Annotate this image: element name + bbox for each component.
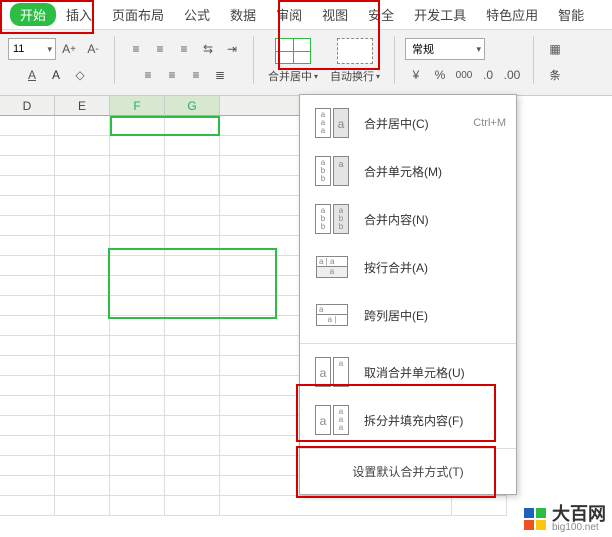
tab-review[interactable]: 审阅 bbox=[266, 1, 312, 28]
tab-dev[interactable]: 开发工具 bbox=[404, 1, 476, 28]
ribbon-toolbar: 11 A+ A- A A ◇ ≡ ≡ ≡ ⇆ ⇥ ≡ ≡ ≡ ≣ 合并居中 自 bbox=[0, 30, 612, 96]
menu-center-across[interactable]: a a | 跨列居中(E) bbox=[300, 291, 516, 339]
align-right-icon[interactable]: ≡ bbox=[185, 64, 207, 86]
menu-merge-center[interactable]: aaa a 合并居中(C) Ctrl+M bbox=[300, 99, 516, 147]
menu-default-merge[interactable]: 设置默认合并方式(T) bbox=[300, 453, 516, 490]
tab-data[interactable]: 数据 bbox=[220, 1, 266, 28]
font-color-icon[interactable]: A bbox=[45, 64, 67, 86]
cond-format-icon[interactable]: ▦ bbox=[544, 38, 566, 60]
merge-content-menu-icon: abb abb bbox=[310, 203, 354, 235]
tab-special[interactable]: 特色应用 bbox=[476, 1, 548, 28]
tab-security[interactable]: 安全 bbox=[358, 1, 404, 28]
orientation-icon[interactable]: ⇆ bbox=[197, 38, 219, 60]
font-size-select[interactable]: 11 bbox=[8, 38, 56, 60]
merge-cells-menu-icon: abb a bbox=[310, 155, 354, 187]
justify-icon[interactable]: ≣ bbox=[209, 64, 231, 86]
tab-start[interactable]: 开始 bbox=[10, 3, 56, 26]
align-middle-icon[interactable]: ≡ bbox=[149, 38, 171, 60]
font-bg-icon[interactable]: A bbox=[21, 64, 43, 86]
font-shrink-icon[interactable]: A- bbox=[82, 38, 104, 60]
watermark-logo-icon bbox=[524, 508, 546, 530]
col-header-f[interactable]: F bbox=[110, 96, 165, 116]
number-format-select[interactable]: 常规 bbox=[405, 38, 485, 60]
merge-dropdown-menu: aaa a 合并居中(C) Ctrl+M abb a 合并单元格(M) abb … bbox=[299, 94, 517, 495]
menu-unmerge[interactable]: a a 取消合并单元格(U) bbox=[300, 348, 516, 396]
watermark-brand: 大百网 bbox=[552, 505, 606, 523]
merge-center-label: 合并居中 bbox=[268, 68, 318, 84]
currency-icon[interactable]: ¥ bbox=[405, 64, 427, 86]
merge-center-icon bbox=[275, 38, 311, 64]
ribbon-tabs: 开始 插入 页面布局 公式 数据 审阅 视图 安全 开发工具 特色应用 智能 bbox=[0, 0, 612, 30]
align-center-icon[interactable]: ≡ bbox=[161, 64, 183, 86]
auto-wrap-icon bbox=[337, 38, 373, 64]
menu-merge-row[interactable]: a | a a 按行合并(A) bbox=[300, 243, 516, 291]
col-header-g[interactable]: G bbox=[165, 96, 220, 116]
center-across-menu-icon: a a | bbox=[310, 299, 354, 331]
indent-icon[interactable]: ⇥ bbox=[221, 38, 243, 60]
align-bottom-icon[interactable]: ≡ bbox=[173, 38, 195, 60]
menu-merge-cells[interactable]: abb a 合并单元格(M) bbox=[300, 147, 516, 195]
auto-wrap-label: 自动换行 bbox=[330, 68, 380, 84]
tab-page-layout[interactable]: 页面布局 bbox=[102, 1, 174, 28]
menu-merge-content[interactable]: abb abb 合并内容(N) bbox=[300, 195, 516, 243]
align-top-icon[interactable]: ≡ bbox=[125, 38, 147, 60]
tab-insert[interactable]: 插入 bbox=[56, 1, 102, 28]
tab-formula[interactable]: 公式 bbox=[174, 1, 220, 28]
decimal-dec-icon[interactable]: .00 bbox=[501, 64, 523, 86]
thousand-icon[interactable]: 000 bbox=[453, 64, 475, 86]
menu-split-fill[interactable]: a aaa 拆分并填充内容(F) bbox=[300, 396, 516, 444]
merge-center-menu-icon: aaa a bbox=[310, 107, 354, 139]
split-fill-menu-icon: a aaa bbox=[310, 404, 354, 436]
merge-center-button[interactable]: 合并居中 bbox=[264, 36, 322, 86]
unmerge-menu-icon: a a bbox=[310, 356, 354, 388]
percent-icon[interactable]: % bbox=[429, 64, 451, 86]
col-header-e[interactable]: E bbox=[55, 96, 110, 116]
font-grow-icon[interactable]: A+ bbox=[58, 38, 80, 60]
fill-color-icon[interactable]: ◇ bbox=[69, 64, 91, 86]
tab-view[interactable]: 视图 bbox=[312, 1, 358, 28]
watermark: 大百网 big100.net bbox=[524, 505, 606, 533]
align-left-icon[interactable]: ≡ bbox=[137, 64, 159, 86]
decimal-inc-icon[interactable]: .0 bbox=[477, 64, 499, 86]
col-header-d[interactable]: D bbox=[0, 96, 55, 116]
watermark-url: big100.net bbox=[552, 523, 606, 533]
auto-wrap-button[interactable]: 自动换行 bbox=[326, 36, 384, 86]
tab-smart[interactable]: 智能 bbox=[548, 1, 594, 28]
cond-format-label: 条 bbox=[550, 62, 561, 88]
merge-row-menu-icon: a | a a bbox=[310, 251, 354, 283]
